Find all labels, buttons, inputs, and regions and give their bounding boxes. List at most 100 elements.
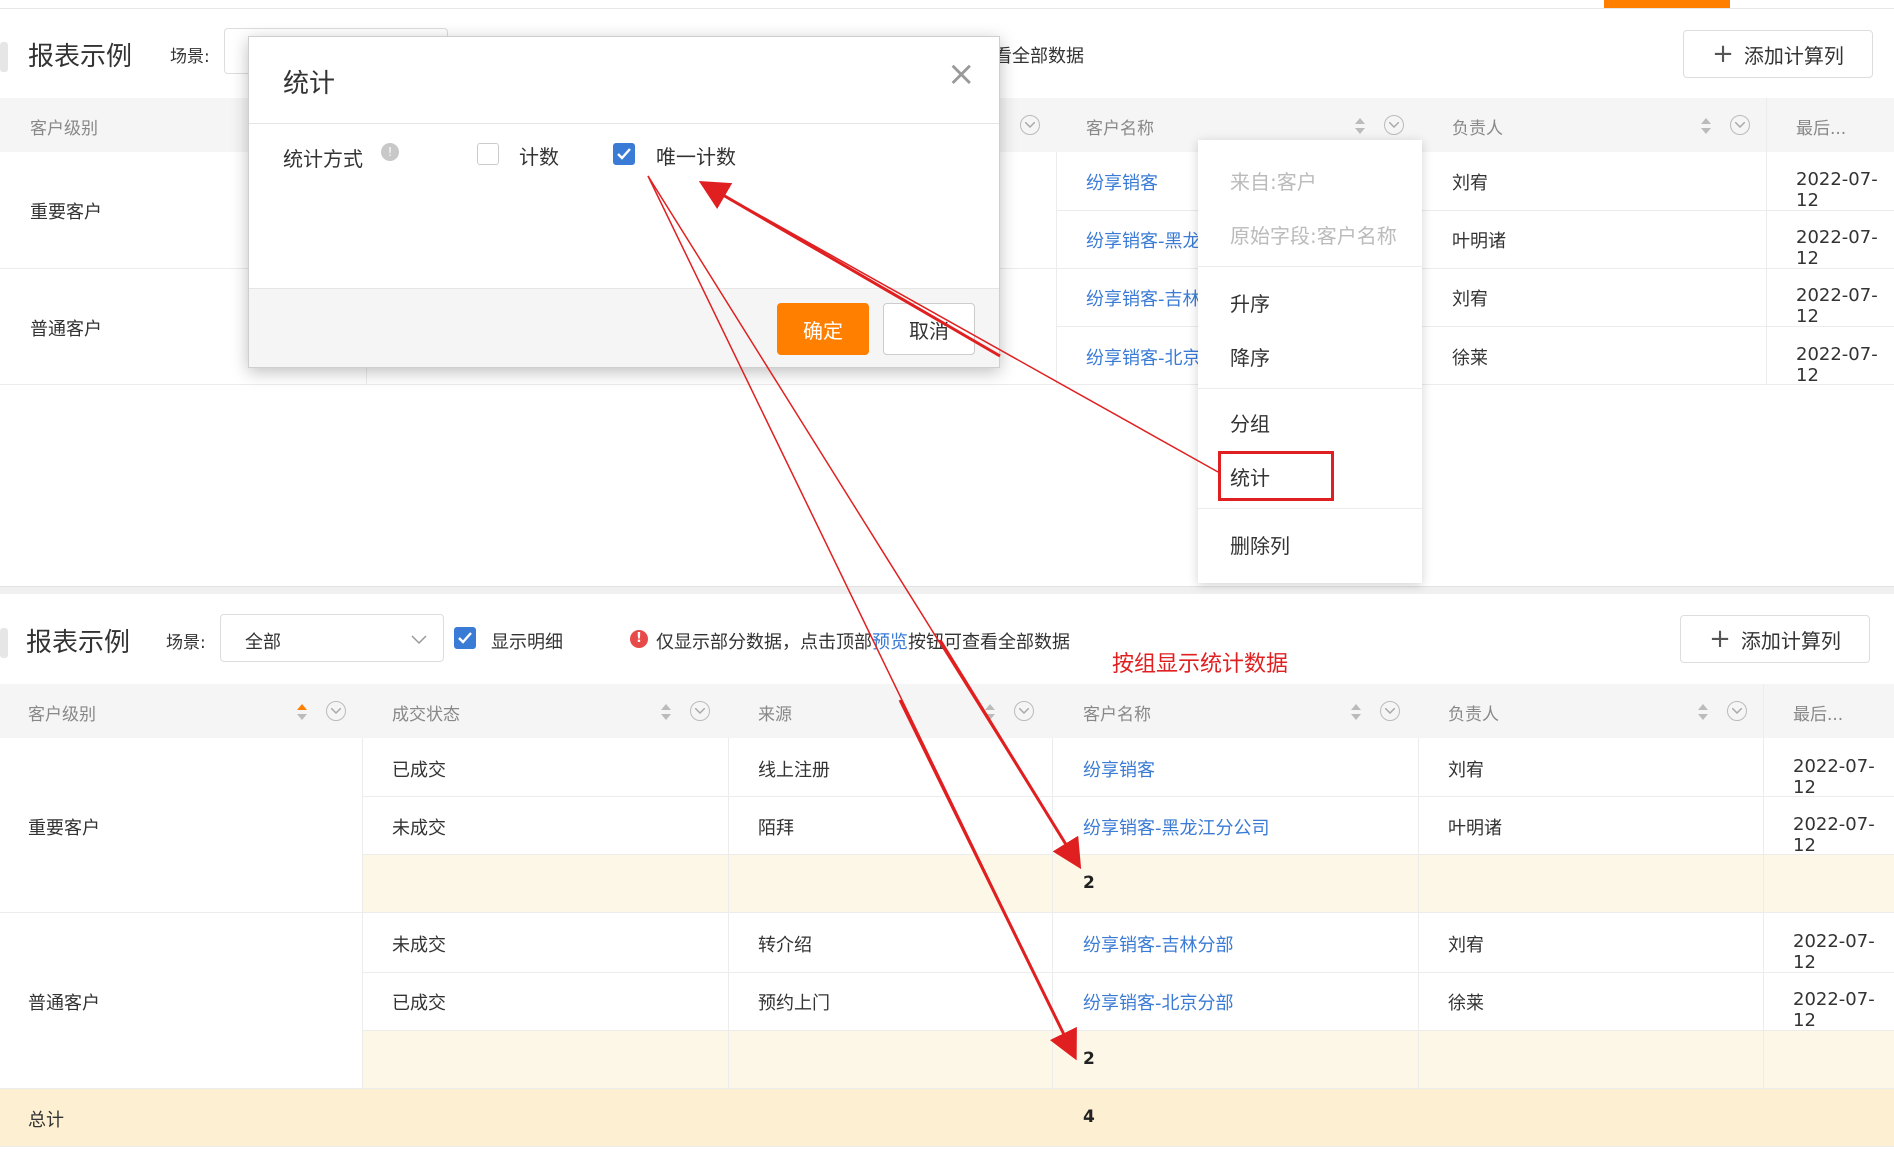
date-cell: 2022-07-12 — [1796, 344, 1878, 386]
customer-link[interactable]: 纷享销客-黑龙 — [1086, 227, 1201, 253]
bottom-table-header — [0, 684, 1894, 738]
divider — [1056, 210, 1894, 211]
divider — [1198, 508, 1422, 509]
divider — [0, 1088, 1894, 1089]
group-label: 普通客户 — [28, 993, 100, 1014]
menu-original-field: 原始字段:客户名称 — [1230, 224, 1397, 248]
chevron-down-icon[interactable] — [1730, 115, 1750, 135]
notice-text-fragment: 看全部数据 — [994, 46, 1084, 67]
add-calc-column-label: 添加计算列 — [1743, 43, 1844, 68]
page-title: 报表示例 — [28, 42, 133, 72]
customer-link[interactable]: 纷享销客-吉林 — [1086, 285, 1201, 311]
customer-link[interactable]: 纷享销客-北京 — [1086, 344, 1201, 370]
sort-icon[interactable] — [1700, 117, 1712, 135]
count-checkbox[interactable] — [477, 143, 499, 165]
source-cell: 预约上门 — [758, 993, 830, 1014]
customer-link[interactable]: 纷享销客 — [1083, 756, 1155, 782]
chevron-down-icon[interactable] — [1384, 115, 1404, 135]
divider — [1763, 684, 1764, 1088]
top-col-header-last: 最后... — [1796, 119, 1847, 139]
sort-icon[interactable] — [1697, 703, 1709, 721]
menu-stat[interactable]: 统计 — [1230, 462, 1270, 491]
chevron-down-icon[interactable] — [1727, 701, 1747, 721]
col-header-status: 成交状态 — [392, 705, 460, 725]
add-calc-column-button[interactable]: + 添加计算列 — [1683, 30, 1873, 78]
sort-icon[interactable] — [1350, 703, 1362, 721]
top-col-header-level: 客户级别 — [30, 119, 98, 139]
owner-cell: 刘宥 — [1448, 760, 1484, 781]
source-cell: 转介绍 — [758, 935, 812, 956]
page-title: 报表示例 — [26, 628, 131, 658]
divider — [1418, 738, 1419, 1088]
show-detail-checkbox[interactable] — [454, 627, 476, 649]
chevron-down-icon[interactable] — [1020, 115, 1040, 135]
customer-link[interactable]: 纷享销客 — [1086, 169, 1158, 195]
customer-link[interactable]: 纷享销客-吉林分部 — [1083, 931, 1234, 957]
customer-link[interactable]: 纷享销客-黑龙江分公司 — [1083, 814, 1270, 840]
menu-source: 来自:客户 — [1230, 170, 1317, 194]
info-icon: ! — [381, 143, 399, 161]
divider — [362, 1030, 1894, 1031]
menu-group[interactable]: 分组 — [1230, 408, 1270, 437]
top-strip-border — [0, 8, 1894, 9]
chevron-down-icon[interactable] — [690, 701, 710, 721]
subtotal-value: 2 — [1083, 873, 1095, 893]
show-detail-label: 显示明细 — [491, 632, 563, 653]
sort-icon[interactable] — [984, 703, 996, 721]
chevron-down-icon[interactable] — [326, 701, 346, 721]
col-header-owner: 负责人 — [1448, 705, 1499, 725]
group-label: 普通客户 — [30, 319, 102, 340]
source-cell: 线上注册 — [758, 760, 830, 781]
status-cell: 未成交 — [392, 935, 446, 956]
arrow-to-subtotal-1-bold — [938, 639, 1082, 870]
check-icon — [617, 148, 631, 160]
divider — [0, 1146, 1894, 1147]
drag-handle[interactable] — [0, 42, 8, 72]
notice-before: 仅显示部分数据，点击顶部 — [656, 632, 872, 653]
sort-icon[interactable] — [660, 703, 672, 721]
divider — [1056, 326, 1894, 327]
menu-sort-asc[interactable]: 升序 — [1230, 288, 1270, 317]
unique-count-checkbox[interactable] — [613, 143, 635, 165]
col-header-source: 来源 — [758, 705, 792, 725]
count-option-label: 计数 — [519, 145, 559, 169]
source-cell: 陌拜 — [758, 818, 794, 839]
section-separator — [0, 586, 1894, 594]
customer-link[interactable]: 纷享销客-北京分部 — [1083, 989, 1234, 1015]
divider — [0, 912, 1894, 913]
chevron-down-icon[interactable] — [1014, 701, 1034, 721]
divider — [0, 384, 1894, 385]
group-label: 重要客户 — [28, 818, 100, 839]
status-cell: 未成交 — [392, 818, 446, 839]
subtotal-row — [362, 1030, 1894, 1088]
owner-cell: 刘宥 — [1448, 935, 1484, 956]
divider — [1052, 738, 1053, 1088]
sort-asc-active-icon[interactable] — [296, 703, 308, 721]
top-orange-button-edge[interactable] — [1604, 0, 1730, 8]
sort-icon[interactable] — [1354, 117, 1366, 135]
subtotal-row — [362, 854, 1894, 912]
owner-cell: 叶明诸 — [1448, 818, 1502, 839]
owner-cell: 刘宥 — [1452, 289, 1488, 310]
unique-count-option-label: 唯一计数 — [656, 145, 736, 169]
subtotal-value: 2 — [1083, 1049, 1095, 1069]
add-calc-column-button[interactable]: + 添加计算列 — [1680, 615, 1870, 663]
confirm-button[interactable]: 确定 — [777, 303, 869, 355]
check-icon — [458, 632, 472, 644]
total-label: 总计 — [28, 1110, 64, 1131]
stat-modal: 统计 × 统计方式 ! 计数 唯一计数 确定 取消 — [248, 36, 1000, 368]
scene-select[interactable]: 全部 — [220, 614, 444, 662]
preview-link[interactable]: 预览 — [872, 632, 908, 653]
warning-icon: ! — [630, 630, 648, 648]
divider — [1198, 388, 1422, 389]
add-calc-column-label: 添加计算列 — [1740, 628, 1841, 653]
chevron-down-icon[interactable] — [1380, 701, 1400, 721]
close-icon[interactable]: × — [947, 57, 976, 91]
owner-cell: 叶明诸 — [1452, 231, 1506, 252]
status-cell: 已成交 — [392, 760, 446, 781]
col-header-last: 最后... — [1793, 705, 1844, 725]
menu-delete-column[interactable]: 删除列 — [1230, 530, 1290, 559]
drag-handle[interactable] — [0, 628, 8, 658]
menu-sort-desc[interactable]: 降序 — [1230, 342, 1270, 371]
cancel-button[interactable]: 取消 — [883, 303, 975, 355]
